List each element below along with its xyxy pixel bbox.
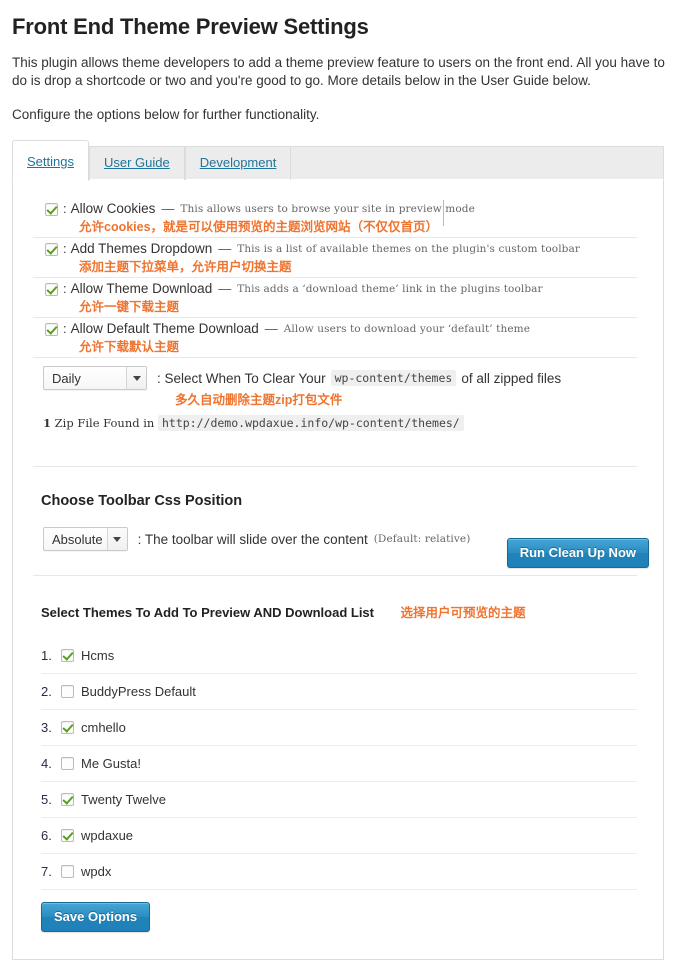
option-line: : Allow Cookies — This allows users to b… <box>27 198 649 219</box>
theme-name: Hcms <box>81 648 115 664</box>
option-colon: : <box>63 201 67 217</box>
theme-index: 3. <box>41 720 52 736</box>
zip-found-text: Zip File Found in <box>54 416 155 431</box>
theme-checkbox-wpdaxue[interactable] <box>61 829 74 843</box>
list-item: 1. Hcms <box>27 638 649 673</box>
option-row-allow-theme-download: : Allow Theme Download — This adds a ‘do… <box>27 278 649 319</box>
option-dash: — <box>218 241 232 257</box>
theme-checkbox-twenty-twelve[interactable] <box>61 793 74 807</box>
allow-theme-download-label: Allow Theme Download <box>70 281 213 297</box>
allow-default-theme-download-checkbox[interactable] <box>45 322 58 336</box>
option-colon: : <box>63 281 67 297</box>
theme-name: BuddyPress Default <box>81 684 196 700</box>
add-themes-dropdown-annotation: 添加主题下拉菜单，允许用户切换主题 <box>79 260 292 275</box>
list-item: 4. Me Gusta! <box>27 746 649 781</box>
theme-name: Twenty Twelve <box>81 792 167 808</box>
cleanup-text-after: of all zipped files <box>461 370 562 386</box>
theme-checkbox-cmhello[interactable] <box>61 721 74 735</box>
page-title: Front End Theme Preview Settings <box>12 14 369 39</box>
toolbar-position-select[interactable]: Absolute <box>43 527 128 552</box>
list-item: 2. BuddyPress Default <box>27 674 649 709</box>
theme-checkbox-buddypress-default[interactable] <box>61 685 74 699</box>
option-dash: — <box>264 321 278 337</box>
allow-cookies-description: This allows users to browse your site in… <box>180 203 475 216</box>
theme-index: 4. <box>41 756 52 772</box>
allow-default-theme-download-description: Allow users to download your ‘default’ t… <box>283 323 531 336</box>
theme-checkbox-me-gusta[interactable] <box>61 757 74 771</box>
cleanup-schedule-value: Daily <box>52 370 81 386</box>
themes-heading-row: Select Themes To Add To Preview AND Down… <box>27 576 649 622</box>
allow-theme-download-checkbox[interactable] <box>45 282 58 296</box>
zip-count: 1 <box>43 416 52 431</box>
theme-name: Me Gusta! <box>81 756 141 772</box>
list-item: 3. cmhello <box>27 710 649 745</box>
theme-index: 1. <box>41 648 52 664</box>
allow-default-theme-download-annotation: 允许下载默认主题 <box>79 340 180 355</box>
run-clean-up-now-button[interactable]: Run Clean Up Now <box>506 538 649 569</box>
allow-cookies-label: Allow Cookies <box>70 201 156 217</box>
list-item: 6. wpdaxue <box>27 818 649 853</box>
themes-section-heading: Select Themes To Add To Preview AND Down… <box>41 605 374 621</box>
toolbar-position-description: : The toolbar will slide over the conten… <box>137 531 368 547</box>
chevron-down-icon <box>106 528 127 551</box>
cleanup-text-before: : Select When To Clear Your <box>157 370 326 386</box>
row-divider <box>33 357 637 359</box>
themes-section-annotation: 选择用户可预览的主题 <box>400 606 526 621</box>
option-colon: : <box>63 321 67 337</box>
add-themes-dropdown-label: Add Themes Dropdown <box>70 241 213 257</box>
settings-panel: : Allow Cookies — This allows users to b… <box>12 180 664 961</box>
option-line: : Add Themes Dropdown — This is a list o… <box>27 238 649 259</box>
intro-paragraph: This plugin allows theme developers to a… <box>12 55 665 89</box>
chevron-down-icon <box>126 367 146 390</box>
list-item: 5. Twenty Twelve <box>27 782 649 817</box>
save-options-wrapper: Save Options <box>27 890 649 933</box>
theme-name: wpdaxue <box>81 828 134 844</box>
themes-list: 1. Hcms 2. BuddyPress Default 3. cmhello… <box>27 638 649 891</box>
list-item: 7. wpdx <box>27 854 649 889</box>
option-line: : Allow Default Theme Download — Allow u… <box>27 318 649 339</box>
option-dash: — <box>218 281 232 297</box>
cleanup-code-path: wp-content/themes <box>330 370 457 387</box>
option-row-allow-cookies: : Allow Cookies — This allows users to b… <box>27 198 649 239</box>
allow-theme-download-annotation: 允许一键下载主题 <box>79 300 180 315</box>
toolbar-position-heading: Choose Toolbar Css Position <box>41 493 243 510</box>
toolbar-position-value: Absolute <box>52 531 103 547</box>
section-divider-cleanup <box>33 466 637 468</box>
allow-theme-download-description: This adds a ‘download theme’ link in the… <box>237 283 543 296</box>
theme-index: 6. <box>41 828 52 844</box>
tab-development[interactable]: Development <box>184 146 292 181</box>
theme-index: 5. <box>41 792 52 808</box>
theme-name: wpdx <box>81 864 112 880</box>
tab-settings[interactable]: Settings <box>12 140 89 182</box>
toolbar-position-default-note: (Default: relative) <box>373 533 471 546</box>
cleanup-schedule-row: Daily : Select When To Clear Your wp-con… <box>27 358 649 392</box>
option-line: : Allow Theme Download — This adds a ‘do… <box>27 278 649 299</box>
tab-bar: Settings User Guide Development <box>12 138 674 182</box>
theme-index: 7. <box>41 864 52 880</box>
configure-line: Configure the options below for further … <box>12 107 320 123</box>
allow-cookies-checkbox[interactable] <box>45 202 58 216</box>
theme-index: 2. <box>41 684 52 700</box>
text-caret-artifact <box>443 200 444 227</box>
theme-checkbox-hcms[interactable] <box>61 649 74 663</box>
save-options-button[interactable]: Save Options <box>41 902 151 933</box>
settings-page: Front End Theme Preview Settings This pl… <box>0 14 684 972</box>
theme-checkbox-wpdx[interactable] <box>61 865 74 879</box>
tab-user-guide[interactable]: User Guide <box>88 146 185 181</box>
cleanup-schedule-select[interactable]: Daily <box>43 366 147 391</box>
option-row-add-themes-dropdown: : Add Themes Dropdown — This is a list o… <box>27 238 649 279</box>
cleanup-annotation: 多久自动删除主题zip打包文件 <box>175 393 343 408</box>
zip-found-line: 1 Zip File Found in http://demo.wpdaxue.… <box>27 410 649 432</box>
option-colon: : <box>63 241 67 257</box>
run-cleanup-wrapper: Run Clean Up Now <box>506 538 649 569</box>
option-dash: — <box>161 201 175 217</box>
add-themes-dropdown-checkbox[interactable] <box>45 242 58 256</box>
add-themes-dropdown-description: This is a list of available themes on th… <box>237 243 580 256</box>
option-row-allow-default-theme-download: : Allow Default Theme Download — Allow u… <box>27 318 649 359</box>
theme-name: cmhello <box>81 720 126 736</box>
allow-cookies-annotation: 允许cookies，就是可以使用预览的主题浏览网站（不仅仅首页） <box>79 220 439 235</box>
allow-default-theme-download-label: Allow Default Theme Download <box>70 321 259 337</box>
tab-list: Settings User Guide Development <box>12 138 292 182</box>
zip-url: http://demo.wpdaxue.info/wp-content/them… <box>158 415 464 432</box>
